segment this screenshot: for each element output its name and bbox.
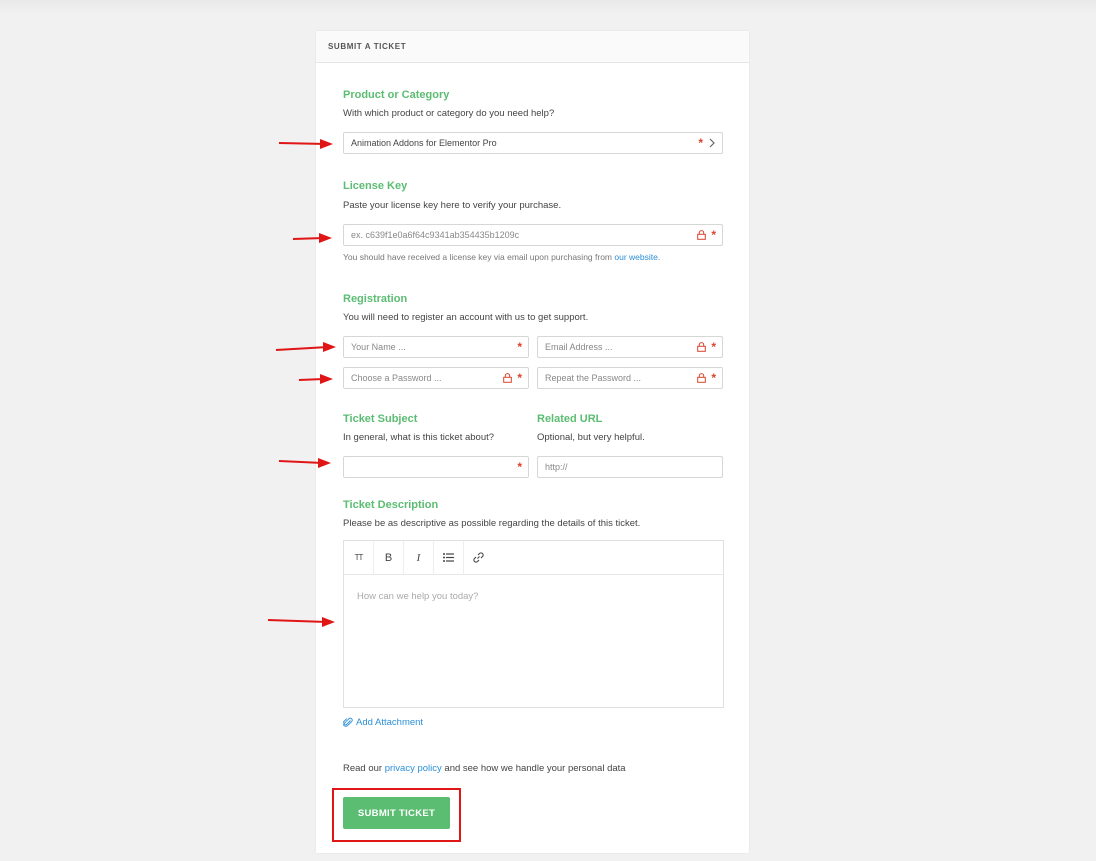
annotation-arrow-icon bbox=[267, 617, 335, 627]
description-section-desc: Please be as descriptive as possible reg… bbox=[343, 518, 641, 529]
related-section-title: Related URL bbox=[537, 413, 603, 425]
password-input[interactable]: Choose a Password ... * bbox=[343, 367, 529, 389]
subject-section-title: Ticket Subject bbox=[343, 413, 418, 425]
product-select[interactable]: Animation Addons for Elementor Pro * bbox=[343, 132, 723, 154]
license-hint: You should have received a license key v… bbox=[343, 252, 660, 262]
privacy-policy-link[interactable]: privacy policy bbox=[385, 763, 442, 774]
repeat-password-input[interactable]: Repeat the Password ... * bbox=[537, 367, 723, 389]
subject-section-desc: In general, what is this ticket about? bbox=[343, 432, 495, 443]
annotation-arrow-icon bbox=[275, 342, 336, 352]
link-icon bbox=[473, 552, 484, 563]
required-icon: * bbox=[517, 460, 522, 474]
annotation-arrow-icon bbox=[278, 139, 333, 149]
description-editor[interactable]: TT B I How can we help you today? bbox=[343, 540, 724, 708]
lock-icon bbox=[503, 373, 513, 383]
list-icon bbox=[443, 553, 454, 562]
paperclip-icon bbox=[343, 717, 353, 727]
italic-button[interactable]: I bbox=[404, 541, 434, 574]
product-section-desc: With which product or category do you ne… bbox=[343, 108, 555, 119]
license-key-input[interactable]: ex. c639f1e0a6f64c9341ab354435b1209c * bbox=[343, 224, 723, 246]
text-size-button[interactable]: TT bbox=[344, 541, 374, 574]
related-url-input[interactable]: http:// bbox=[537, 456, 723, 478]
list-button[interactable] bbox=[434, 541, 464, 574]
name-input[interactable]: Your Name ... * bbox=[343, 336, 529, 358]
license-hint-suffix: . bbox=[657, 252, 661, 262]
license-section-desc: Paste your license key here to verify yo… bbox=[343, 200, 562, 211]
description-section-title: Ticket Description bbox=[343, 499, 439, 511]
bold-button[interactable]: B bbox=[374, 541, 404, 574]
annotation-arrow-icon bbox=[278, 458, 331, 468]
bold-icon: B bbox=[384, 551, 393, 564]
email-input[interactable]: Email Address ... * bbox=[537, 336, 723, 358]
required-icon: * bbox=[711, 340, 716, 354]
email-placeholder: Email Address ... bbox=[545, 342, 613, 352]
lock-icon bbox=[697, 230, 707, 240]
repeat-password-placeholder: Repeat the Password ... bbox=[545, 373, 642, 383]
product-section-title: Product or Category bbox=[343, 89, 450, 101]
annotation-arrow-icon bbox=[292, 233, 332, 243]
form-title: SUBMIT A TICKET bbox=[328, 42, 407, 51]
password-placeholder: Choose a Password ... bbox=[351, 373, 442, 383]
required-icon: * bbox=[711, 371, 716, 385]
name-placeholder: Your Name ... bbox=[351, 342, 406, 352]
privacy-prefix: Read our bbox=[343, 763, 385, 774]
link-button[interactable] bbox=[464, 541, 493, 574]
privacy-note: Read our privacy policy and see how we h… bbox=[343, 763, 626, 774]
subject-input[interactable]: * bbox=[343, 456, 529, 478]
text-size-icon: TT bbox=[354, 553, 364, 562]
annotation-arrow-icon bbox=[298, 374, 333, 384]
italic-icon: I bbox=[416, 551, 421, 564]
registration-section-desc: You will need to register an account wit… bbox=[343, 312, 589, 323]
required-icon: * bbox=[698, 136, 703, 150]
our-website-link[interactable]: our website bbox=[614, 252, 657, 262]
license-key-placeholder: ex. c639f1e0a6f64c9341ab354435b1209c bbox=[351, 230, 520, 240]
editor-placeholder: How can we help you today? bbox=[357, 591, 479, 602]
related-section-desc: Optional, but very helpful. bbox=[537, 432, 645, 443]
registration-section-title: Registration bbox=[343, 293, 408, 305]
browser-top-strip bbox=[0, 0, 1096, 14]
submit-ticket-button[interactable]: SUBMIT TICKET bbox=[343, 797, 450, 829]
related-url-placeholder: http:// bbox=[545, 462, 568, 472]
license-section-title: License Key bbox=[343, 180, 408, 192]
privacy-suffix: and see how we handle your personal data bbox=[441, 763, 626, 774]
required-icon: * bbox=[517, 371, 522, 385]
license-hint-text: You should have received a license key v… bbox=[343, 252, 615, 262]
chevron-right-icon bbox=[709, 138, 715, 148]
add-attachment-link[interactable]: Add Attachment bbox=[343, 717, 423, 728]
required-icon: * bbox=[711, 228, 716, 242]
required-icon: * bbox=[517, 340, 522, 354]
editor-toolbar: TT B I bbox=[344, 541, 723, 575]
form-header: SUBMIT A TICKET bbox=[316, 31, 749, 63]
add-attachment-label: Add Attachment bbox=[356, 717, 424, 728]
product-select-value: Animation Addons for Elementor Pro bbox=[351, 138, 497, 148]
lock-icon bbox=[697, 373, 707, 383]
lock-icon bbox=[697, 342, 707, 352]
